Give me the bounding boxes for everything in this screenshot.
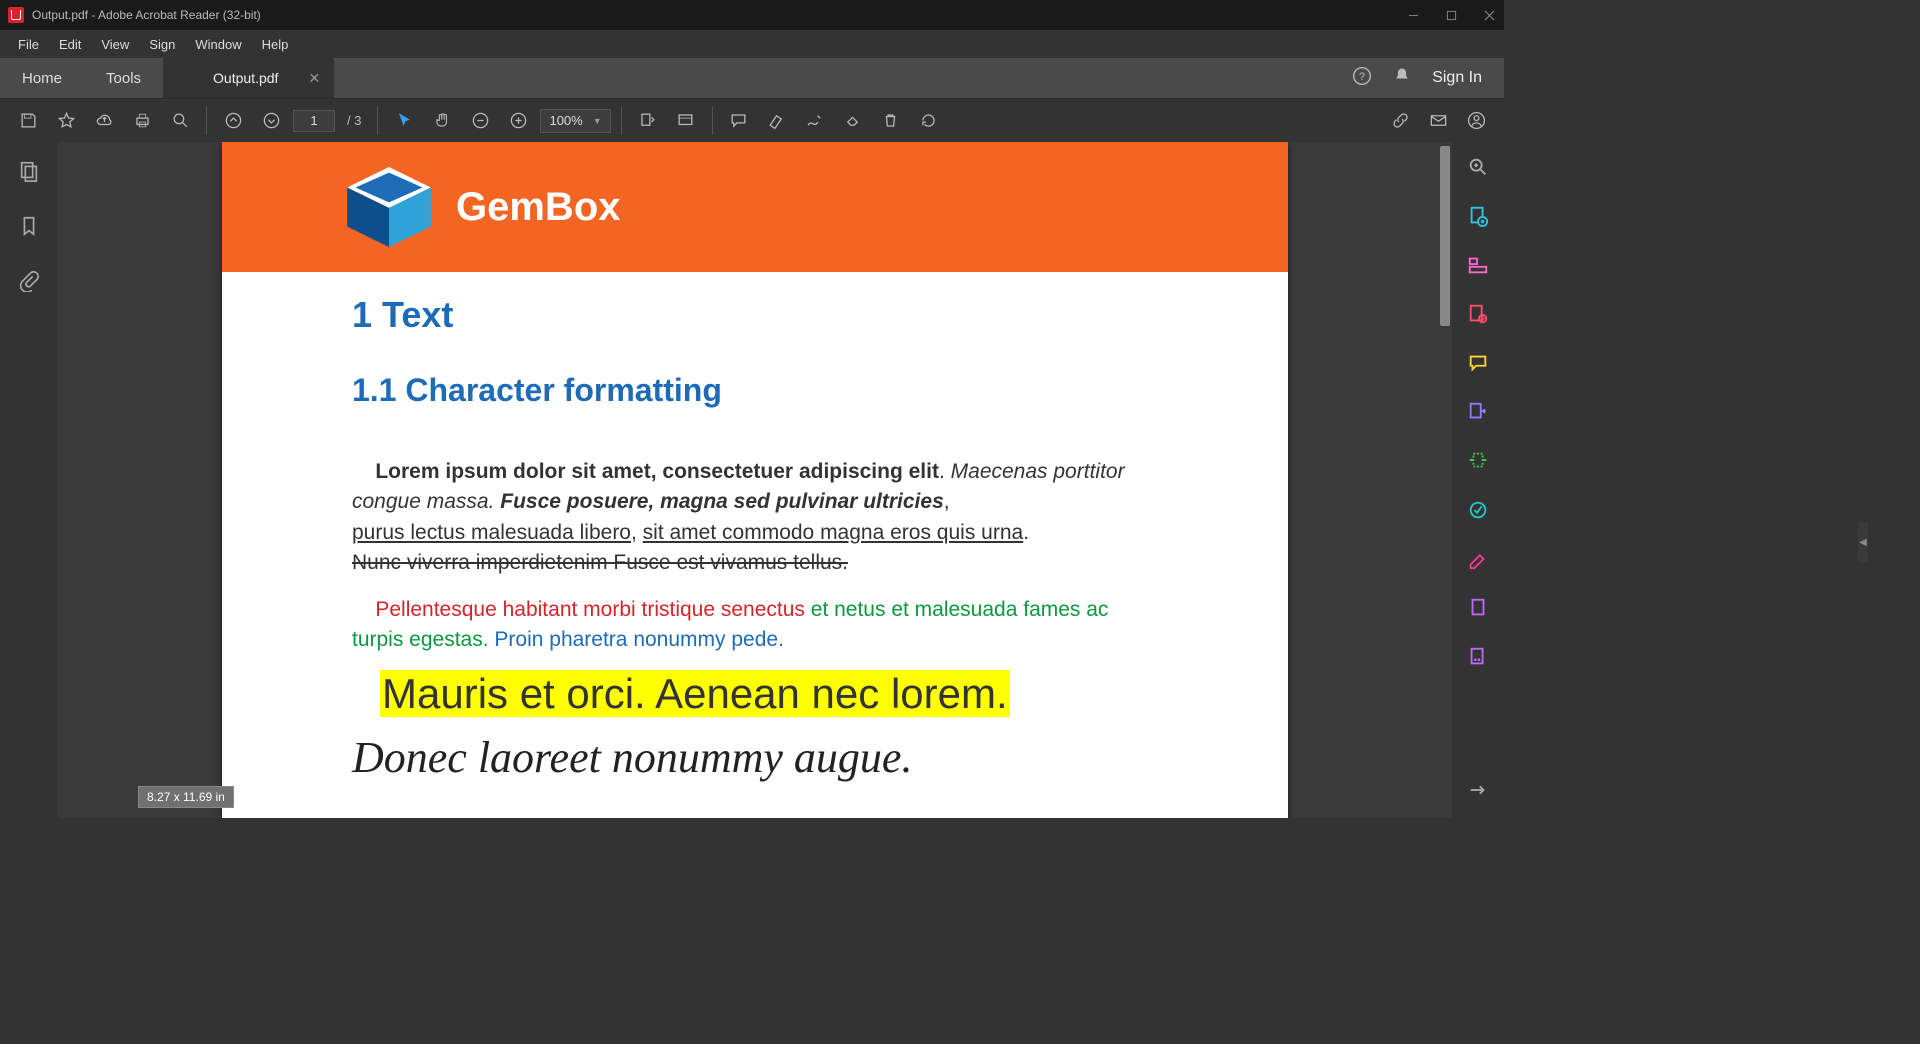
window-minimize-button[interactable]	[1406, 8, 1420, 22]
export-pdf-icon[interactable]	[1467, 401, 1489, 428]
email-icon[interactable]	[1422, 105, 1454, 137]
menu-window[interactable]: Window	[185, 33, 251, 56]
more-tools-icon[interactable]	[1467, 646, 1489, 673]
window-close-button[interactable]	[1482, 8, 1496, 22]
menu-view[interactable]: View	[91, 33, 139, 56]
text-underline-2: sit amet commodo magna eros quis urna	[643, 521, 1024, 544]
zoom-out-icon[interactable]	[464, 105, 496, 137]
zoom-in-icon[interactable]	[502, 105, 534, 137]
notifications-icon[interactable]	[1392, 66, 1412, 91]
search-tool-icon[interactable]	[1467, 156, 1489, 183]
expand-panel-icon[interactable]	[1467, 779, 1489, 806]
paragraph-formatting: Lorem ipsum dolor sit amet, consectetuer…	[352, 457, 1158, 579]
right-collapse-button[interactable]: ◀	[1858, 522, 1868, 562]
read-mode-icon[interactable]	[670, 105, 702, 137]
text-underline: purus lectus malesuada libero	[352, 521, 631, 544]
main-area: ◀ GemBox 1 Text 1.1 Character formatting	[0, 142, 1504, 818]
page-header: GemBox	[222, 142, 1288, 272]
paragraph-colors: Pellentesque habitant morbi tristique se…	[352, 595, 1158, 656]
text-strike: Nunc viverra imperdietenim Fusce est viv…	[352, 551, 848, 574]
find-icon[interactable]	[164, 105, 196, 137]
print-icon[interactable]	[126, 105, 158, 137]
delete-icon[interactable]	[875, 105, 907, 137]
page-total-label: / 3	[341, 113, 367, 128]
compress-pdf-icon[interactable]	[1467, 499, 1489, 526]
page-down-icon[interactable]	[255, 105, 287, 137]
fill-sign-icon[interactable]	[1467, 548, 1489, 575]
create-pdf-icon[interactable]	[1467, 205, 1489, 232]
right-tools-rail	[1452, 142, 1504, 818]
tab-document[interactable]: Output.pdf ✕	[163, 58, 334, 98]
erase-icon[interactable]	[837, 105, 869, 137]
star-icon[interactable]	[50, 105, 82, 137]
thumbnails-icon[interactable]	[18, 160, 40, 187]
text-highlighted: Mauris et orci. Aenean nec lorem.	[380, 670, 1010, 717]
cloud-upload-icon[interactable]	[88, 105, 120, 137]
text-script: Donec laoreet nonummy augue.	[352, 732, 1158, 783]
menu-bar: File Edit View Sign Window Help	[0, 30, 1504, 58]
window-title: Output.pdf - Adobe Acrobat Reader (32-bi…	[32, 8, 261, 22]
menu-help[interactable]: Help	[252, 33, 299, 56]
heading-1: 1 Text	[352, 294, 1158, 336]
page-number-input[interactable]	[293, 110, 335, 132]
combine-files-icon[interactable]	[1467, 254, 1489, 281]
rotate-icon[interactable]	[913, 105, 945, 137]
menu-edit[interactable]: Edit	[49, 33, 91, 56]
draw-icon[interactable]	[799, 105, 831, 137]
menu-file[interactable]: File	[8, 33, 49, 56]
toolbar: / 3 100% ▼	[0, 98, 1504, 142]
tab-document-label: Output.pdf	[213, 70, 278, 86]
gembox-logo-icon	[342, 167, 436, 247]
zoom-value: 100%	[549, 113, 582, 128]
save-icon[interactable]	[12, 105, 44, 137]
tab-tools[interactable]: Tools	[84, 58, 163, 98]
comment-tool-icon[interactable]	[1467, 352, 1489, 379]
left-nav-rail	[0, 142, 58, 818]
heading-2: 1.1 Character formatting	[352, 372, 1158, 409]
window-maximize-button[interactable]	[1444, 8, 1458, 22]
text-blue: Proin pharetra nonummy pede.	[494, 628, 784, 651]
page-up-icon[interactable]	[217, 105, 249, 137]
selection-tool-icon[interactable]	[388, 105, 420, 137]
organize-pages-icon[interactable]	[1467, 450, 1489, 477]
text-bold-italic: Fusce posuere, magna sed pulvinar ultric…	[500, 490, 943, 513]
page-content: 1 Text 1.1 Character formatting Lorem ip…	[222, 272, 1288, 783]
zoom-dropdown[interactable]: 100% ▼	[540, 109, 610, 133]
app-icon	[8, 7, 24, 23]
text-red: Pellentesque habitant morbi tristique se…	[375, 598, 810, 621]
tab-close-button[interactable]: ✕	[308, 70, 320, 87]
svg-text:?: ?	[1359, 71, 1365, 83]
page-dimensions-tooltip: 8.27 x 11.69 in	[138, 786, 234, 808]
comment-icon[interactable]	[723, 105, 755, 137]
bookmarks-icon[interactable]	[18, 215, 40, 242]
brand-name: GemBox	[456, 185, 621, 230]
fit-width-icon[interactable]	[632, 105, 664, 137]
tab-home[interactable]: Home	[0, 58, 84, 98]
sign-in-button[interactable]: Sign In	[1432, 69, 1482, 87]
document-viewport[interactable]: GemBox 1 Text 1.1 Character formatting L…	[58, 142, 1452, 818]
title-bar: Output.pdf - Adobe Acrobat Reader (32-bi…	[0, 0, 1504, 30]
tab-bar: Home Tools Output.pdf ✕ ? Sign In	[0, 58, 1504, 98]
hand-tool-icon[interactable]	[426, 105, 458, 137]
edit-pdf-icon[interactable]	[1467, 303, 1489, 330]
help-icon[interactable]: ?	[1352, 66, 1372, 91]
text-bold: Lorem ipsum dolor sit amet, consectetuer…	[375, 460, 939, 483]
account-icon[interactable]	[1460, 105, 1492, 137]
vertical-scrollbar[interactable]	[1440, 146, 1450, 326]
protect-pdf-icon[interactable]	[1467, 597, 1489, 624]
chevron-down-icon: ▼	[593, 116, 602, 126]
menu-sign[interactable]: Sign	[139, 33, 185, 56]
highlight-icon[interactable]	[761, 105, 793, 137]
share-link-icon[interactable]	[1384, 105, 1416, 137]
pdf-page: GemBox 1 Text 1.1 Character formatting L…	[222, 142, 1288, 818]
attachments-icon[interactable]	[18, 270, 40, 297]
